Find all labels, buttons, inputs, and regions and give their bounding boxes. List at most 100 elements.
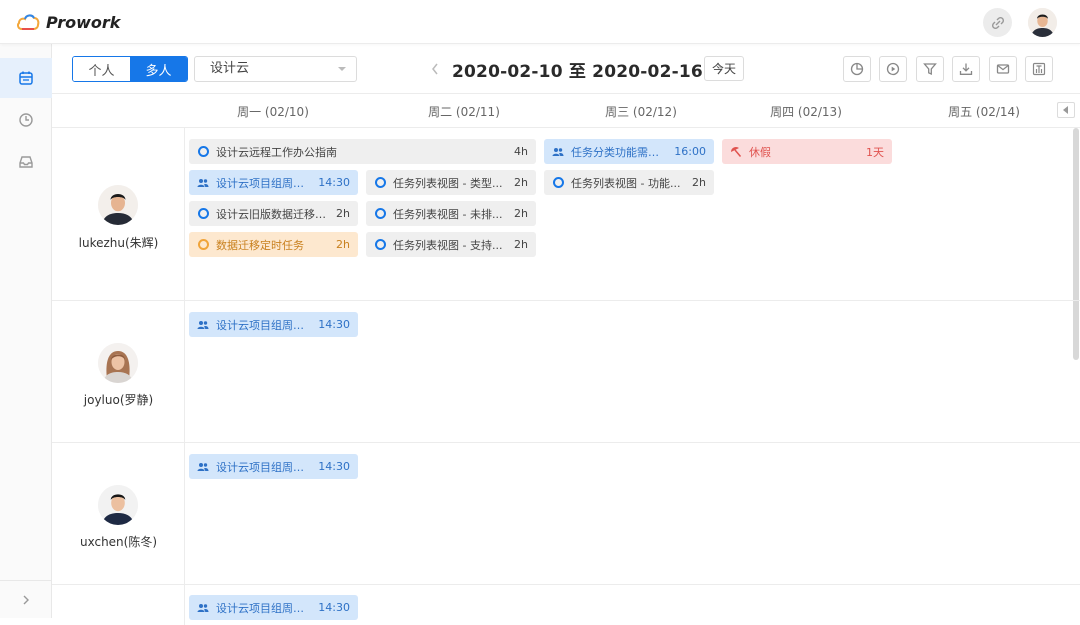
person-name: lukezhu(朱辉) (78, 236, 159, 250)
meeting-title: 设计云项目组周例会 (216, 318, 313, 332)
task-duration: 2h (336, 238, 350, 251)
download-icon (959, 63, 973, 75)
avatar[interactable] (98, 185, 138, 225)
person-row: lukezhu(朱辉) 设计云远程工作办公指南 4h 设计云项目组周例会 14:… (52, 128, 1080, 301)
task-status-icon (197, 146, 209, 158)
person-cell: uxchen(陈冬) (52, 443, 185, 584)
play-icon (886, 62, 900, 76)
day-label: 周一 (02/10) (237, 105, 309, 119)
task-card[interactable]: 任务列表视图 - 类型... 2h (366, 170, 536, 195)
sidebar-item-inbox[interactable] (0, 142, 52, 182)
task-status-icon (197, 208, 209, 220)
cloud-logo-icon (17, 14, 40, 30)
chart-icon (850, 62, 864, 76)
mail-button[interactable] (989, 56, 1017, 82)
user-avatar[interactable] (1028, 8, 1057, 37)
people-icon (197, 602, 209, 614)
schedule-grid: 周一 (02/10) 周二 (02/11) 周三 (02/12) 周四 (02/… (52, 94, 1080, 625)
top-bar: Prowork (0, 0, 1080, 44)
sidebar-item-stats[interactable] (0, 100, 52, 140)
leave-title: 休假 (749, 145, 771, 159)
umbrella-icon (730, 146, 742, 158)
filter-icon (923, 63, 937, 76)
task-title: 任务列表视图 - 功能... (571, 176, 681, 190)
meeting-card[interactable]: 任务分类功能需求... 16:00 (544, 139, 714, 164)
inbox-icon (19, 156, 33, 168)
task-card[interactable]: 任务列表视图 - 未排... 2h (366, 201, 536, 226)
task-title: 任务列表视图 - 支持... (393, 238, 503, 252)
meeting-time: 16:00 (674, 145, 706, 158)
task-card[interactable]: 任务列表视图 - 支持... 2h (366, 232, 536, 257)
date-range-title: 2020-02-10 至 2020-02-16 (452, 61, 703, 82)
settings-icon (1032, 62, 1046, 76)
task-card[interactable]: 设计云远程工作办公指南 4h (189, 139, 536, 164)
caret-left-icon (1063, 106, 1068, 114)
chevron-right-icon (23, 595, 29, 604)
task-card[interactable]: 设计云旧版数据迁移提... 2h (189, 201, 358, 226)
task-status-icon (374, 239, 386, 251)
people-icon (197, 177, 209, 189)
leave-duration: 1天 (866, 145, 884, 159)
task-duration: 2h (514, 238, 528, 251)
meeting-card[interactable]: 设计云项目组周例会 14:30 (189, 312, 358, 337)
task-status-icon (197, 239, 209, 251)
settings-button[interactable] (1025, 56, 1053, 82)
avatar[interactable] (98, 343, 138, 383)
person-name: joyluo(罗静) (83, 393, 154, 407)
meeting-card[interactable]: 设计云项目组周例会 14:30 (189, 170, 358, 195)
download-button[interactable] (952, 56, 980, 82)
prev-week-button[interactable] (428, 56, 442, 82)
task-duration: 2h (692, 176, 706, 189)
meeting-card[interactable]: 设计云项目组周例会 14:30 (189, 595, 358, 620)
avatar-image (98, 185, 138, 225)
task-title: 设计云远程工作办公指南 (216, 145, 337, 159)
meeting-card[interactable]: 设计云项目组周例会 14:30 (189, 454, 358, 479)
today-button[interactable]: 今天 (704, 56, 744, 81)
day-header-row: 周一 (02/10) 周二 (02/11) 周三 (02/12) 周四 (02/… (52, 94, 1080, 128)
sidebar-item-calendar[interactable] (0, 58, 52, 98)
clock-icon (19, 113, 33, 127)
sidebar (0, 44, 52, 618)
day-label: 周二 (02/11) (428, 105, 500, 119)
sidebar-expand-button[interactable] (0, 580, 52, 618)
play-button[interactable] (879, 56, 907, 82)
calendar-icon (19, 71, 33, 85)
person-cell: lukezhu(朱辉) (52, 128, 185, 300)
date-range-nav: 2020-02-10 至 2020-02-16 (428, 56, 727, 82)
scroll-days-button[interactable] (1057, 102, 1075, 118)
stats-button[interactable] (843, 56, 871, 82)
people-icon (197, 461, 209, 473)
meeting-time: 14:30 (318, 176, 350, 189)
meeting-title: 设计云项目组周例会 (216, 460, 313, 474)
mode-personal-button[interactable]: 个人 (73, 57, 130, 81)
chevron-left-icon (432, 63, 438, 75)
meeting-title: 设计云项目组周例会 (216, 601, 313, 615)
person-row: uxchen(陈冬) 设计云项目组周例会 14:30 (52, 443, 1080, 585)
link-icon (991, 16, 1004, 29)
mode-multi-button[interactable]: 多人 (130, 57, 187, 81)
leave-card[interactable]: 休假 1天 (722, 139, 892, 164)
task-card[interactable]: 数据迁移定时任务 2h (189, 232, 358, 257)
project-select-value: 设计云 (210, 61, 250, 76)
view-mode-toggle: 个人 多人 (72, 56, 188, 82)
person-cell (52, 585, 185, 625)
people-icon (197, 319, 209, 331)
avatar-image (98, 485, 138, 525)
filter-button[interactable] (916, 56, 944, 82)
meeting-time: 14:30 (318, 601, 350, 614)
task-duration: 2h (514, 207, 528, 220)
logo[interactable]: Prowork (16, 10, 120, 34)
task-status-icon (374, 208, 386, 220)
project-select[interactable]: 设计云 (194, 56, 357, 82)
task-card[interactable]: 任务列表视图 - 功能... 2h (544, 170, 714, 195)
avatar[interactable] (98, 485, 138, 525)
task-duration: 2h (514, 176, 528, 189)
task-title: 任务列表视图 - 未排... (393, 207, 503, 221)
task-title: 设计云旧版数据迁移提... (216, 207, 331, 221)
day-label: 周三 (02/12) (605, 105, 677, 119)
task-duration: 4h (514, 145, 528, 158)
link-button[interactable] (983, 8, 1012, 37)
person-name: uxchen(陈冬) (79, 535, 158, 549)
person-row: joyluo(罗静) 设计云项目组周例会 14:30 (52, 301, 1080, 443)
chevron-down-icon (338, 67, 346, 71)
